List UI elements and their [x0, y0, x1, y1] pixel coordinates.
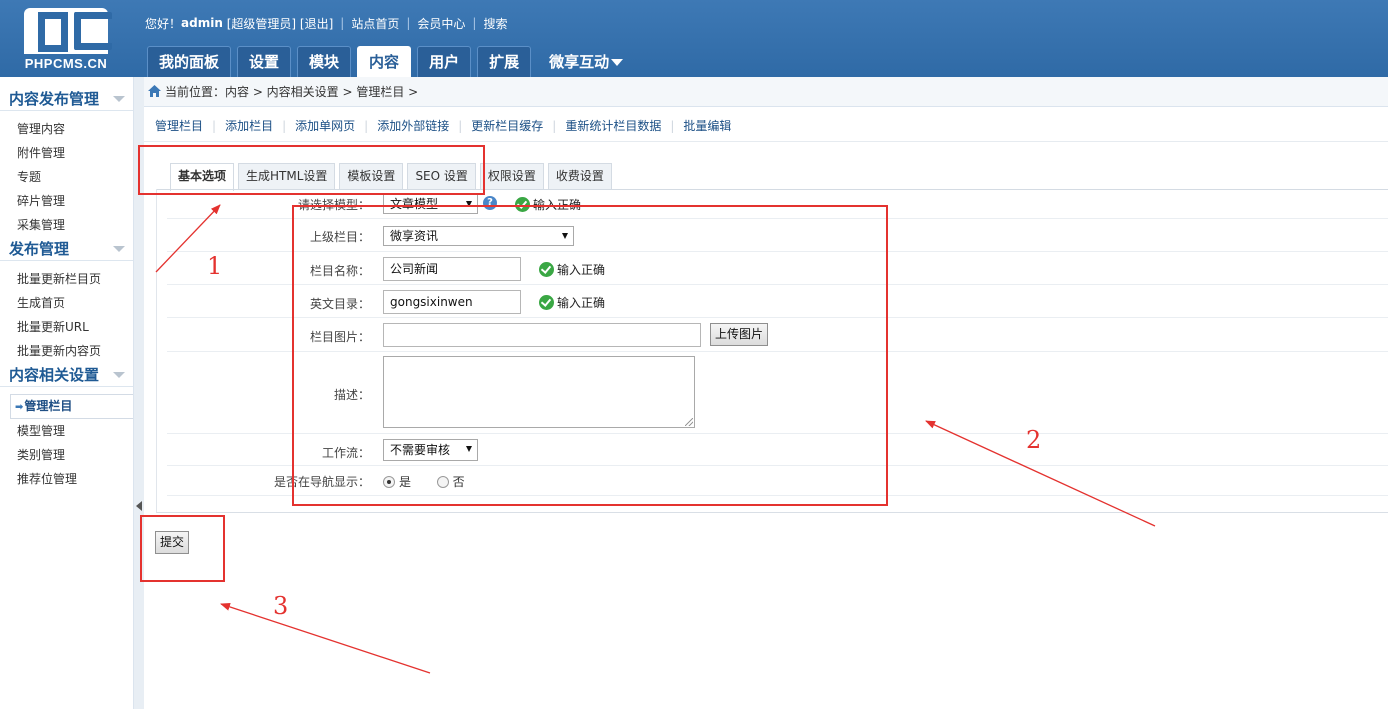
annotation-box-3	[140, 515, 225, 582]
main-nav: 我的面板 设置 模块 内容 用户 扩展 微享互动	[147, 46, 641, 77]
sidebar-group-publish: 发布管理 批量更新栏目页 生成首页 批量更新URL 批量更新内容页	[0, 237, 133, 363]
sidebar-item-topics[interactable]: 专题	[0, 165, 133, 189]
subnav-update-cache[interactable]: 更新栏目缓存	[471, 115, 543, 137]
nav-site-switcher[interactable]: 微享互动	[537, 46, 635, 77]
annotation-label-2: 2	[1026, 426, 1042, 454]
sidebar-group-title[interactable]: 内容相关设置	[0, 363, 133, 387]
user-role: [超级管理员]	[226, 16, 297, 31]
tab-permissions[interactable]: 权限设置	[479, 163, 544, 190]
sidebar-item-positions[interactable]: 推荐位管理	[0, 467, 133, 491]
logo-text: PHPCMS.CN	[24, 56, 108, 71]
sidebar-item-batch-url[interactable]: 批量更新URL	[0, 315, 133, 339]
site-switcher-label: 微享互动	[549, 53, 610, 71]
sidebar-group-title[interactable]: 发布管理	[0, 237, 133, 261]
arrow-right-icon: ➡	[15, 402, 24, 413]
annotation-label-1: 1	[207, 252, 223, 280]
sidebar-item-generate-home[interactable]: 生成首页	[0, 291, 133, 315]
subnav-batch-edit[interactable]: 批量编辑	[683, 115, 731, 137]
subnav-add-external-link[interactable]: 添加外部链接	[377, 115, 449, 137]
sidebar-group-content-settings: 内容相关设置 ➡管理栏目 模型管理 类别管理 推荐位管理	[0, 363, 133, 491]
sidebar-item-attachments[interactable]: 附件管理	[0, 141, 133, 165]
sidebar-collapse-toggle[interactable]	[136, 499, 144, 513]
user-topbar: 您好！ admin [超级管理员] [退出] | 站点首页 | 会员中心 | 搜…	[145, 15, 508, 32]
logout-link[interactable]: [退出]	[300, 15, 333, 32]
nav-tab-users[interactable]: 用户	[417, 46, 472, 77]
category-subnav: 管理栏目 | 添加栏目 | 添加单网页 | 添加外部链接 | 更新栏目缓存 | 重新统计栏…	[155, 115, 731, 137]
greeting-text: 您好！	[145, 16, 182, 31]
member-center-link[interactable]: 会员中心	[417, 15, 465, 32]
sidebar-item-fragments[interactable]: 碎片管理	[0, 189, 133, 213]
sidebar: 内容发布管理 管理内容 附件管理 专题 碎片管理 采集管理 发布管理 批量更新栏…	[0, 77, 134, 709]
breadcrumb: 当前位置：内容 > 内容相关设置 > 管理栏目 >	[144, 77, 1388, 107]
subnav-add-page[interactable]: 添加单网页	[295, 115, 355, 137]
nav-tab-content[interactable]: 内容	[357, 46, 412, 77]
nav-tab-my-panel[interactable]: 我的面板	[147, 46, 232, 77]
phpcms-logo[interactable]: PHPCMS.CN	[14, 8, 118, 72]
sidebar-item-manage-category[interactable]: ➡管理栏目	[10, 394, 133, 419]
search-link[interactable]: 搜索	[483, 15, 507, 32]
nav-tab-extend[interactable]: 扩展	[477, 46, 532, 77]
collapse-triangle-icon	[113, 96, 125, 102]
tab-charge[interactable]: 收费设置	[547, 163, 612, 190]
home-icon[interactable]	[148, 85, 161, 97]
breadcrumb-text: 当前位置：内容 > 内容相关设置 > 管理栏目 >	[165, 85, 419, 99]
sidebar-item-models[interactable]: 模型管理	[0, 419, 133, 443]
chevron-down-icon	[611, 59, 624, 66]
sidebar-item-manage-content[interactable]: 管理内容	[0, 117, 133, 141]
nav-tab-modules[interactable]: 模块	[297, 46, 352, 77]
subnav-manage-category[interactable]: 管理栏目	[155, 115, 203, 137]
sidebar-group-title[interactable]: 内容发布管理	[0, 87, 133, 111]
annotation-label-3: 3	[273, 592, 289, 620]
site-home-link[interactable]: 站点首页	[351, 15, 399, 32]
sidebar-item-batch-category[interactable]: 批量更新栏目页	[0, 267, 133, 291]
annotation-box-2	[292, 205, 888, 506]
nav-tab-settings[interactable]: 设置	[237, 46, 292, 77]
top-header: PHPCMS.CN 您好！ admin [超级管理员] [退出] | 站点首页 …	[0, 0, 1388, 77]
collapse-left-icon	[136, 501, 142, 511]
sidebar-item-collect[interactable]: 采集管理	[0, 213, 133, 237]
subnav-recount-data[interactable]: 重新统计栏目数据	[565, 115, 661, 137]
collapse-triangle-icon	[113, 246, 125, 252]
subnav-add-category[interactable]: 添加栏目	[225, 115, 273, 137]
collapse-triangle-icon	[113, 372, 125, 378]
sidebar-group-content-publish: 内容发布管理 管理内容 附件管理 专题 碎片管理 采集管理	[0, 87, 133, 237]
username: admin	[181, 16, 223, 30]
annotation-box-1	[138, 145, 485, 195]
divider	[144, 141, 1388, 142]
sidebar-item-types[interactable]: 类别管理	[0, 443, 133, 467]
logo-mark-icon	[24, 8, 112, 54]
sidebar-item-batch-content[interactable]: 批量更新内容页	[0, 339, 133, 363]
